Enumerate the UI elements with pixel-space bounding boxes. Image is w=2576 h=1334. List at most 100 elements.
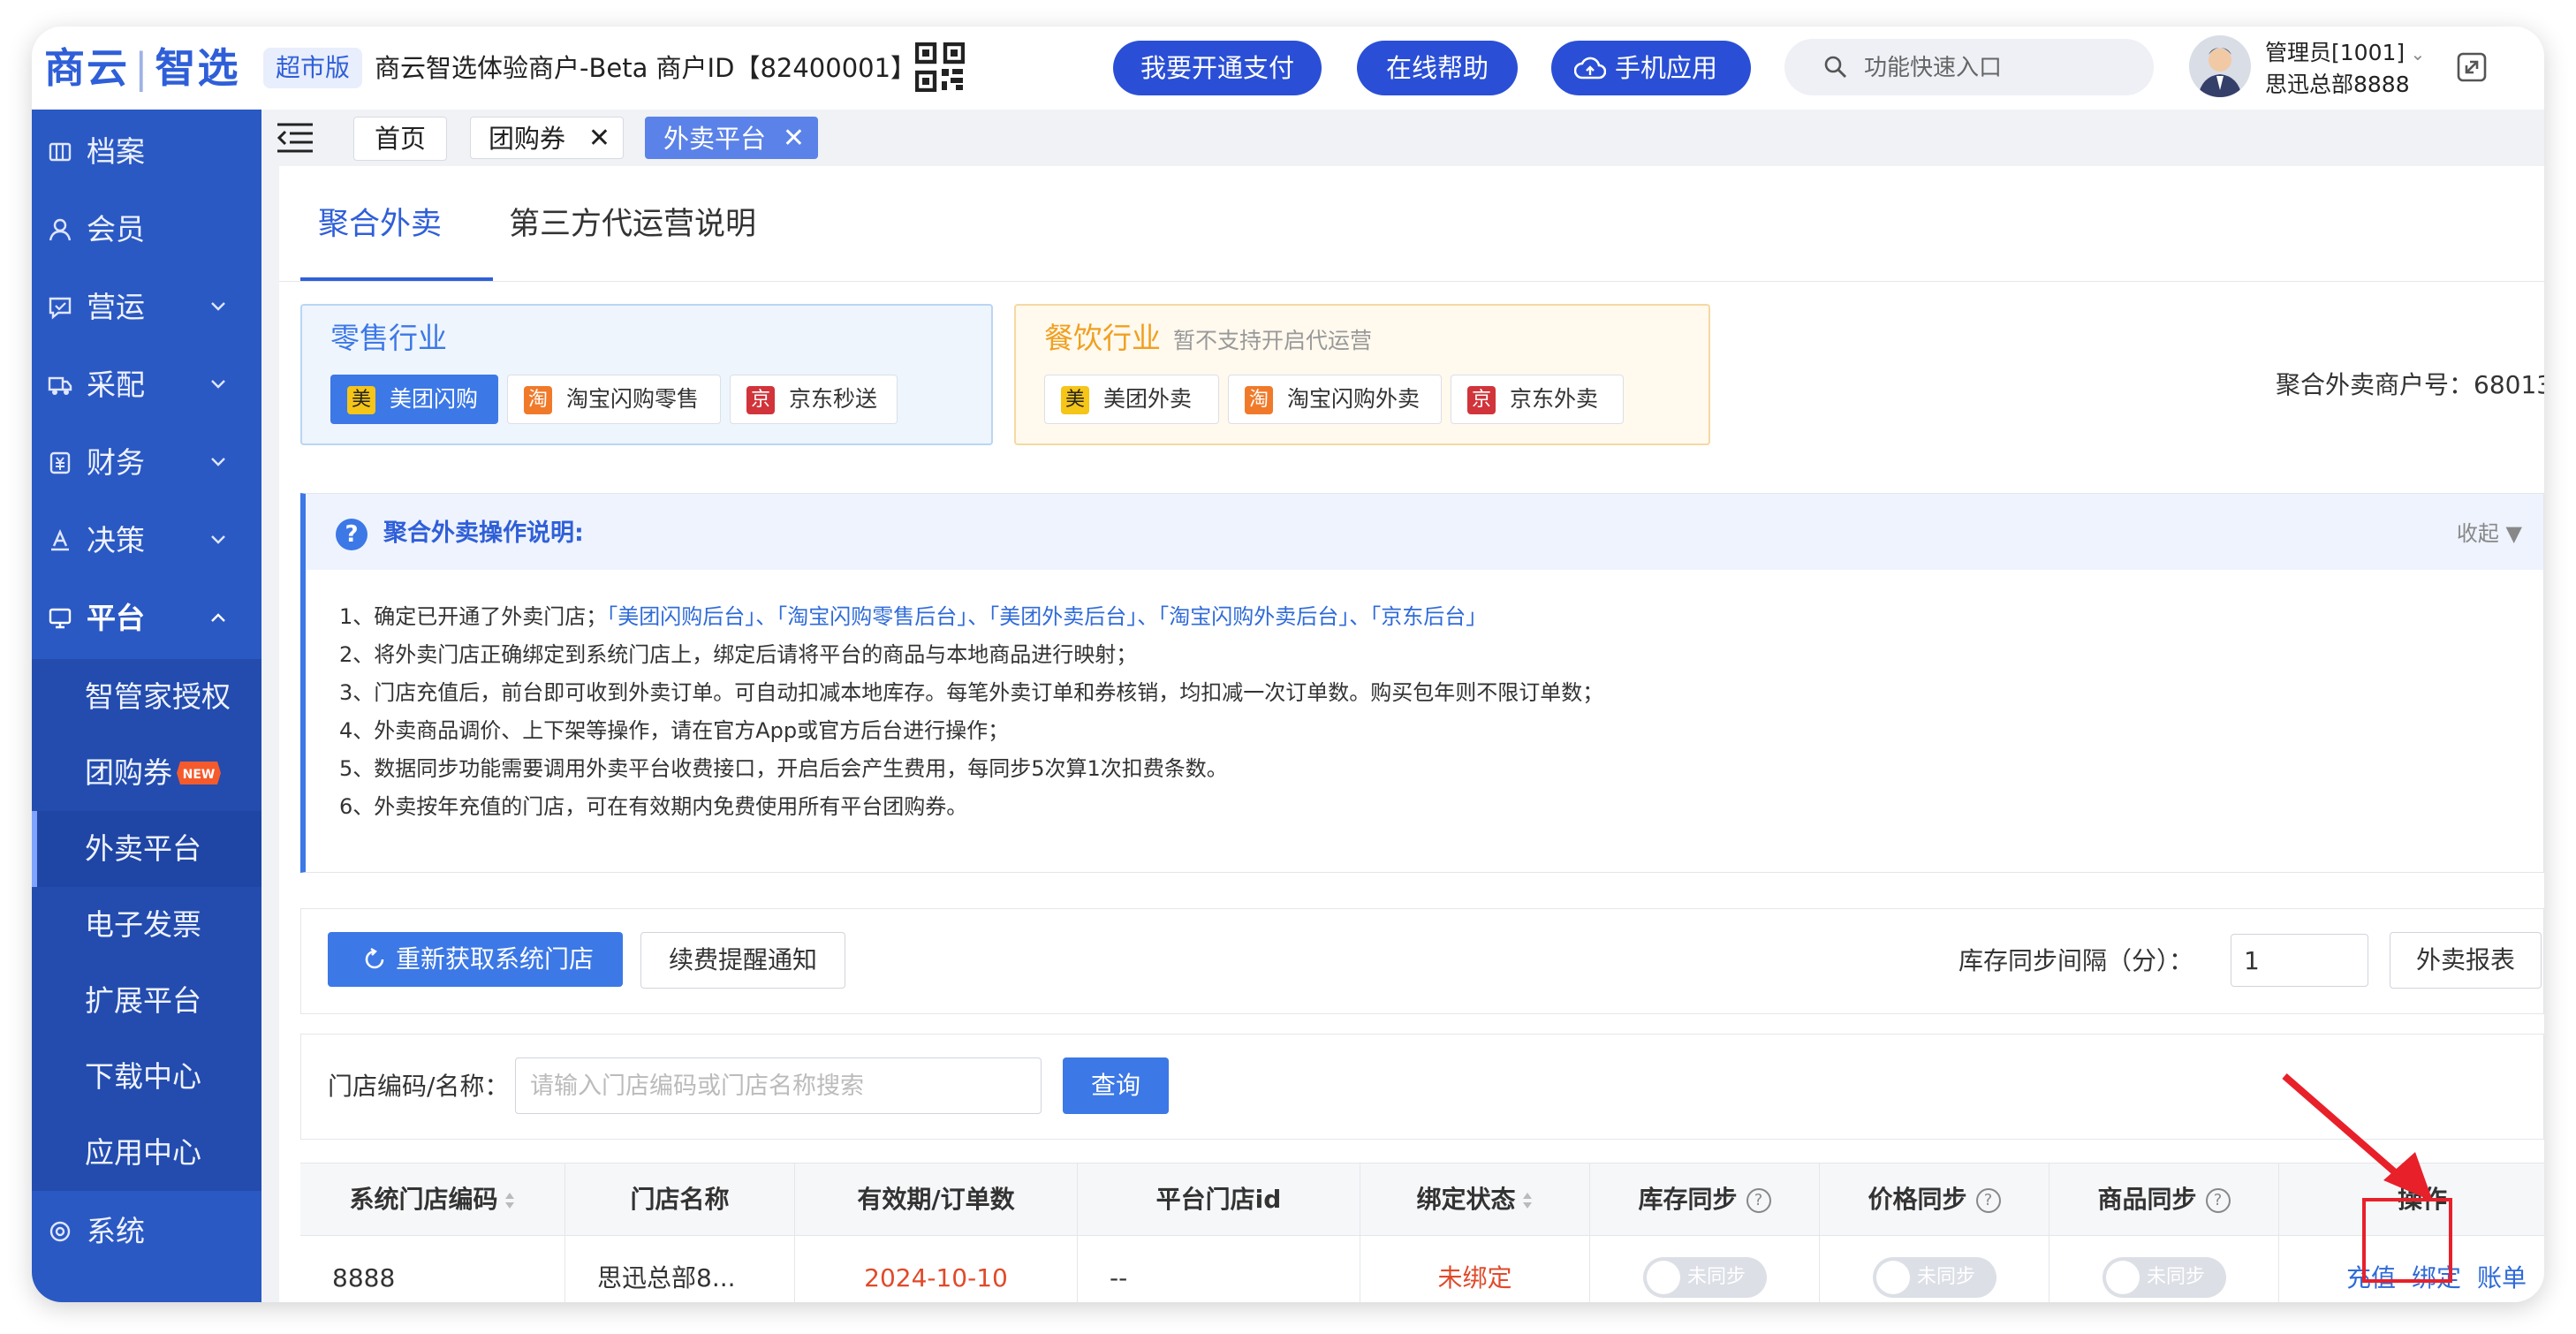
guide-line: 1、确定已开通了外卖门店；「美团闪购后台」、「淘宝闪购零售后台」、「美团外卖后台… xyxy=(339,604,1488,629)
help-icon[interactable]: ? xyxy=(1975,1188,2001,1213)
gear-icon xyxy=(49,1221,71,1242)
jd-icon: 京 xyxy=(746,386,775,414)
platform-jd-express[interactable]: 京 京东秒送 xyxy=(730,375,898,424)
avatar[interactable] xyxy=(2189,35,2251,97)
column-header: 有效期/订单数 xyxy=(795,1163,1078,1236)
close-icon[interactable]: ✕ xyxy=(783,117,805,160)
query-button[interactable]: 查询 xyxy=(1063,1057,1169,1114)
stock-sync-toggle[interactable]: 未同步 xyxy=(1643,1257,1767,1298)
quick-search-input[interactable] xyxy=(1862,48,2140,88)
column-header: 商品同步? xyxy=(2049,1163,2279,1236)
platform-taobao-takeout[interactable]: 淘 淘宝闪购外卖 xyxy=(1228,375,1442,424)
search-icon xyxy=(1824,56,1846,78)
sidebar-item-member[interactable]: 会员 xyxy=(32,194,261,265)
menu-collapse-icon[interactable] xyxy=(276,122,314,154)
subtab-aggregate[interactable]: 聚合外卖 xyxy=(318,198,442,251)
sidebar-item-decision[interactable]: 决策 xyxy=(32,505,261,576)
sidebar-item-einvoice[interactable]: 电子发票 xyxy=(32,887,261,963)
sidebar-item-purchasing[interactable]: 采配 xyxy=(32,350,261,421)
retail-title: 零售行业 xyxy=(330,321,447,355)
refresh-stores-button[interactable]: 重新获取系统门店 xyxy=(328,932,623,987)
platform-meituan-takeout[interactable]: 美 美团外卖 xyxy=(1044,375,1219,424)
open-payment-button[interactable]: 我要开通支付 xyxy=(1113,41,1322,95)
sidebar-item-smart-auth[interactable]: 智管家授权 xyxy=(32,659,261,735)
subtab-third-party[interactable]: 第三方代运营说明 xyxy=(509,198,756,251)
platform-id-cell: -- xyxy=(1078,1236,1360,1302)
archive-icon xyxy=(49,142,72,162)
meituan-icon: 美 xyxy=(1061,386,1089,414)
tab-takeout[interactable]: 外卖平台 ✕ xyxy=(645,117,818,159)
sort-icon[interactable] xyxy=(1521,1191,1534,1210)
sidebar: 档案 会员 营运 采配 财务 决策 平台 智管家授权 团购券 NEW 外卖平台 … xyxy=(32,110,261,1302)
user-icon xyxy=(49,218,72,241)
chat-icon xyxy=(49,297,72,320)
sidebar-item-operations[interactable]: 营运 xyxy=(32,272,261,343)
bill-link[interactable]: 账单 xyxy=(2477,1236,2527,1302)
price-sync-toggle[interactable]: 未同步 xyxy=(1873,1257,1996,1298)
guide-lines: 1、确定已开通了外卖门店；「美团闪购后台」、「淘宝闪购零售后台」、「美团外卖后台… xyxy=(339,598,1603,826)
platform-meituan-flash[interactable]: 美 美团闪购 xyxy=(330,375,498,424)
meituan-icon: 美 xyxy=(347,386,375,414)
platform-taobao-retail[interactable]: 淘 淘宝闪购零售 xyxy=(507,375,721,424)
guide-line: 4、外卖商品调价、上下架等操作，请在官方App或官方后台进行操作； xyxy=(339,718,1010,743)
sidebar-item-extension[interactable]: 扩展平台 xyxy=(32,963,261,1039)
operation-guide: ? 聚合外卖操作说明: 收起 ▼ 1、确定已开通了外卖门店；「美团闪购后台」、「… xyxy=(300,493,2544,873)
fullscreen-icon[interactable] xyxy=(2456,51,2488,83)
column-header: 平台门店id xyxy=(1078,1163,1360,1236)
retail-industry-panel: 零售行业 美 美团闪购 淘 淘宝闪购零售 京 京东秒送 xyxy=(300,304,993,445)
tab-group-coupon[interactable]: 团购券 ✕ xyxy=(470,117,624,159)
sidebar-item-apps[interactable]: 应用中心 xyxy=(32,1115,261,1191)
question-icon: ? xyxy=(336,519,367,550)
new-badge-icon: NEW xyxy=(177,762,221,784)
mobile-app-button[interactable]: 手机应用 xyxy=(1551,41,1751,95)
store-search-input[interactable] xyxy=(515,1057,1042,1114)
sidebar-item-platform[interactable]: 平台 xyxy=(32,583,261,654)
qr-code-icon[interactable] xyxy=(915,42,965,92)
sidebar-item-system[interactable]: 系统 xyxy=(32,1196,261,1267)
jd-icon: 京 xyxy=(1467,386,1496,414)
column-header: 库存同步? xyxy=(1590,1163,1820,1236)
product-sync-toggle[interactable]: 未同步 xyxy=(2102,1257,2226,1298)
store-code-cell: 8888 xyxy=(300,1236,565,1302)
store-name-cell: 思迅总部8... xyxy=(565,1236,795,1302)
truck-icon xyxy=(48,376,72,395)
guide-line: 5、数据同步功能需要调用外卖平台收费接口，开启后会产生费用，每同步5次算1次扣费… xyxy=(339,756,1228,781)
sidebar-item-download[interactable]: 下载中心 xyxy=(32,1039,261,1115)
help-icon[interactable]: ? xyxy=(2205,1188,2231,1213)
close-icon[interactable]: ✕ xyxy=(588,117,610,160)
sidebar-item-finance[interactable]: 财务 xyxy=(32,428,261,498)
app-window: 商云 | 智选 超市版 商云智选体验商户-Beta 商户ID【82400001】 我… xyxy=(32,27,2544,1302)
guide-collapse-toggle[interactable]: 收起 ▼ xyxy=(2457,513,2522,554)
takeout-report-button[interactable]: 外卖报表 xyxy=(2390,932,2542,989)
filter-bar: 门店编码/名称： 查询 xyxy=(300,1034,2544,1140)
column-header[interactable]: 绑定状态 xyxy=(1360,1163,1590,1236)
online-help-button[interactable]: 在线帮助 xyxy=(1357,41,1518,95)
user-name[interactable]: 管理员[1001] ⌄ xyxy=(2265,35,2425,67)
column-header: 价格同步? xyxy=(1820,1163,2049,1236)
sort-icon[interactable] xyxy=(504,1191,516,1210)
platform-jd-takeout[interactable]: 京 京东外卖 xyxy=(1451,375,1624,424)
sidebar-item-takeout[interactable]: 外卖平台 xyxy=(32,811,261,887)
sidebar-item-archive[interactable]: 档案 xyxy=(32,117,261,187)
quick-search[interactable] xyxy=(1784,39,2154,95)
main-panel: 聚合外卖 第三方代运营说明 零售行业 美 美团闪购 淘 淘宝闪购零售 京 京东秒… xyxy=(279,166,2544,1302)
chevron-down-icon xyxy=(211,302,225,311)
column-header[interactable]: 系统门店编码 xyxy=(300,1163,565,1236)
aggregate-merchant-number: 聚合外卖商户号：68013818 xyxy=(2276,370,2544,399)
renewal-reminder-button[interactable]: 续费提醒通知 xyxy=(640,932,845,989)
merchant-info: 商云智选体验商户-Beta 商户ID【82400001】 xyxy=(375,53,917,83)
tab-home[interactable]: 首页 xyxy=(353,117,447,161)
taobao-icon: 淘 xyxy=(524,386,552,414)
taobao-icon: 淘 xyxy=(1245,386,1273,414)
chevron-down-icon xyxy=(211,535,225,544)
tab-bar: 首页 团购券 ✕ 外卖平台 ✕ xyxy=(261,110,2544,164)
guide-line: 3、门店充值后，前台即可收到外卖订单。可自动扣减本地库存。每笔外卖订单和券核销，… xyxy=(339,680,1604,705)
store-filter-label: 门店编码/名称： xyxy=(328,1072,510,1101)
catering-industry-panel: 餐饮行业 暂不支持开启代运营 美 美团外卖 淘 淘宝闪购外卖 京 京东外卖 xyxy=(1014,304,1710,445)
help-icon[interactable]: ? xyxy=(1746,1188,1771,1213)
sidebar-item-group-coupon[interactable]: 团购券 NEW xyxy=(32,735,261,811)
backend-links[interactable]: 「美团闪购后台」、「淘宝闪购零售后台」、「美团外卖后台」、「淘宝闪购外卖后台」、… xyxy=(607,604,1487,629)
chevron-up-icon xyxy=(211,613,225,622)
bind-status-cell: 未绑定 xyxy=(1360,1236,1590,1302)
sync-interval-input[interactable] xyxy=(2231,934,2368,987)
